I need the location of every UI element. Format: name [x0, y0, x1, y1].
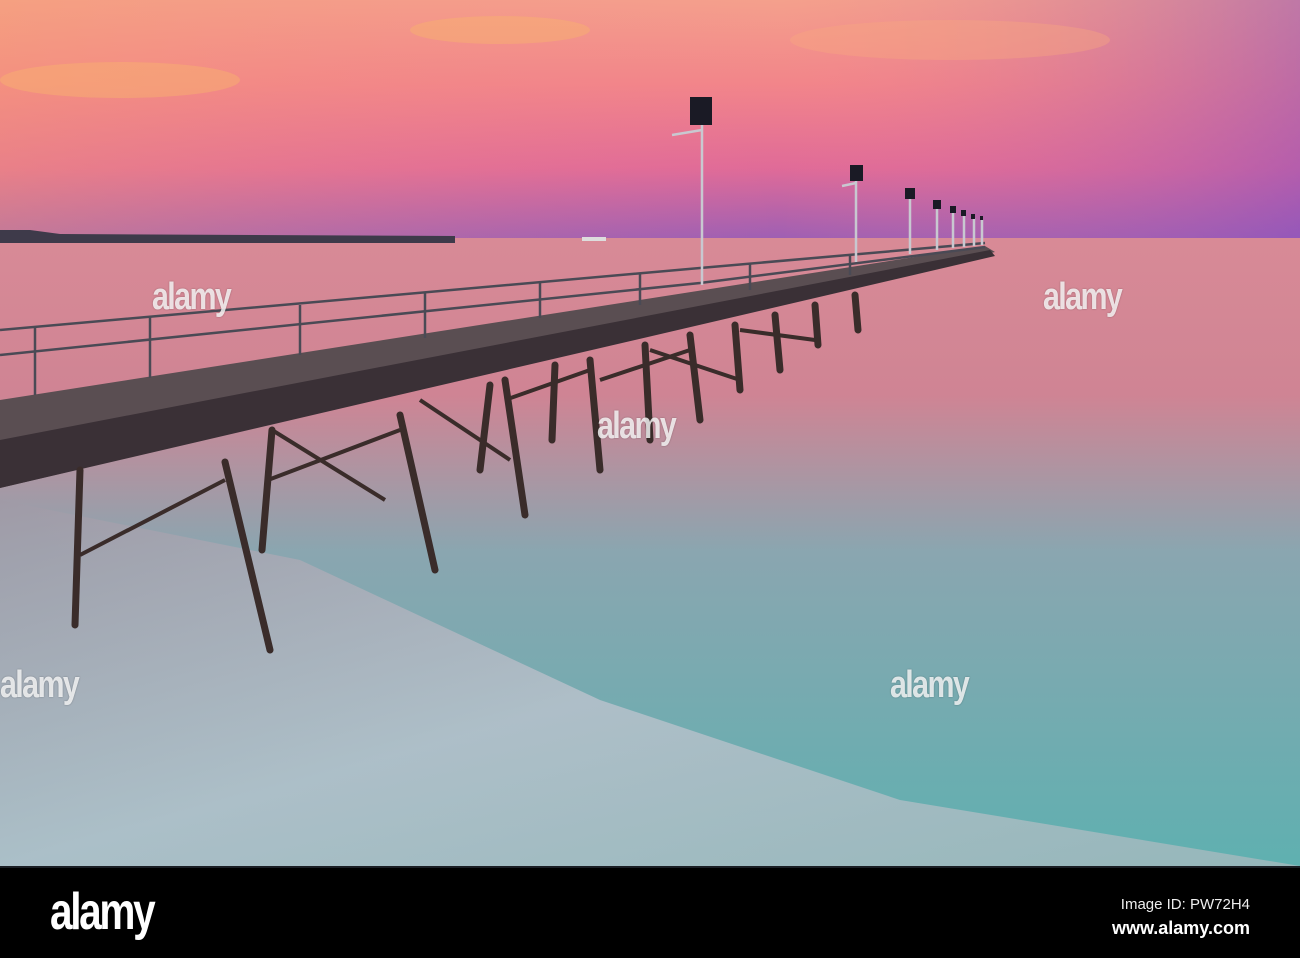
watermark: alamy	[597, 405, 677, 447]
image-id: Image ID: PW72H4	[1120, 896, 1250, 913]
watermark: alamy	[0, 664, 80, 706]
site-url: www.alamy.com	[1111, 918, 1250, 938]
watermark: alamy	[152, 276, 232, 318]
footer-bar: alamy Image ID: PW72H4 www.alamy.com	[0, 866, 1300, 958]
watermark: alamy	[890, 664, 970, 706]
alamy-logo: alamy	[50, 883, 156, 941]
watermark: alamy	[1043, 276, 1123, 318]
